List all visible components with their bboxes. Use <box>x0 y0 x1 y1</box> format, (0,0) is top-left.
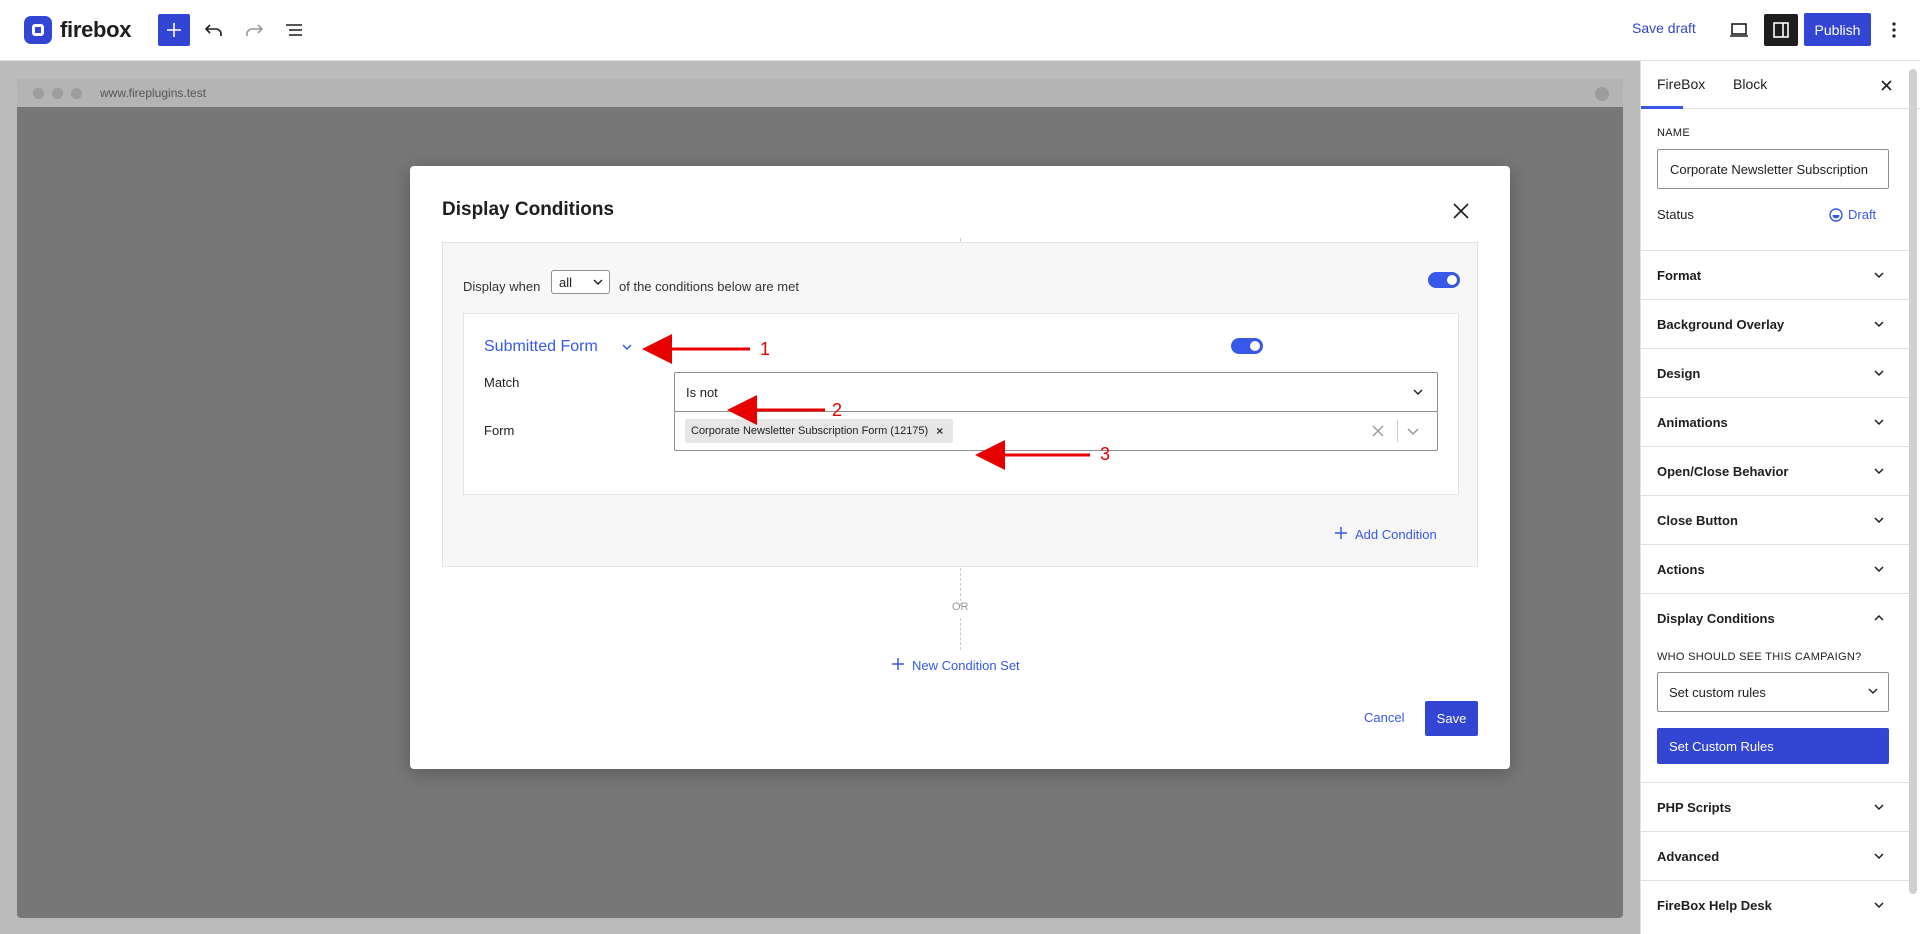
annotation-number: 2 <box>832 400 843 420</box>
panel-background-overlay[interactable]: Background Overlay <box>1641 299 1909 348</box>
status-draft-button[interactable]: Draft <box>1829 207 1876 222</box>
panel-label: Advanced <box>1657 849 1720 864</box>
chevron-up-icon <box>1874 614 1884 621</box>
audience-rules-select[interactable]: Set custom rules <box>1657 672 1889 712</box>
status-value: Draft <box>1848 207 1877 222</box>
annotation-arrows <box>642 334 1090 470</box>
settings-toggle-button[interactable] <box>1764 14 1798 46</box>
chevron-down-icon <box>1874 272 1884 279</box>
chevron-down-icon <box>1874 370 1884 377</box>
chevron-down-icon <box>1874 517 1884 524</box>
panel-label: Background Overlay <box>1657 317 1785 332</box>
campaign-name-input[interactable]: Corporate Newsletter Subscription <box>1657 149 1889 189</box>
panel-label: Close Button <box>1657 513 1738 528</box>
close-icon <box>1880 79 1892 91</box>
chevron-down-icon <box>1874 468 1884 475</box>
options-button[interactable] <box>1882 14 1906 46</box>
chevron-down-icon <box>1874 902 1884 909</box>
chevron-down-icon <box>1874 804 1884 811</box>
audience-rules-value: Set custom rules <box>1669 685 1766 700</box>
annotation-number: 1 <box>760 339 771 359</box>
panel-display-conditions[interactable]: Display Conditions <box>1641 593 1909 642</box>
sidebar-close-button[interactable] <box>1875 74 1897 96</box>
panel-label: Display Conditions <box>1657 611 1775 626</box>
audience-label: WHO SHOULD SEE THIS CAMPAIGN? <box>1657 651 1862 663</box>
panel-format[interactable]: Format <box>1641 250 1909 299</box>
active-tab-indicator <box>1641 106 1683 109</box>
panel-label: Format <box>1657 268 1702 283</box>
panel-actions[interactable]: Actions <box>1641 544 1909 593</box>
panel-firebox-help-desk[interactable]: FireBox Help Desk <box>1641 880 1909 929</box>
sidebar-tabs: FireBox Block <box>1641 61 1920 109</box>
panel-open-close-behavior[interactable]: Open/Close Behavior <box>1641 446 1909 495</box>
panel-label: Animations <box>1657 415 1728 430</box>
panel-label: FireBox Help Desk <box>1657 898 1772 913</box>
panel-label: Actions <box>1657 562 1705 577</box>
more-vertical-icon <box>1892 22 1896 38</box>
panel-label: PHP Scripts <box>1657 800 1732 815</box>
panel-advanced[interactable]: Advanced <box>1641 831 1909 880</box>
set-custom-rules-button[interactable]: Set Custom Rules <box>1657 728 1889 764</box>
chevron-down-icon <box>1874 419 1884 426</box>
save-draft-button[interactable]: Save draft <box>1632 20 1696 36</box>
tab-block[interactable]: Block <box>1733 76 1767 92</box>
desktop-icon <box>1730 23 1748 37</box>
panel-design[interactable]: Design <box>1641 348 1909 397</box>
annotation-number: 3 <box>1100 444 1111 464</box>
sidebar-scrollbar[interactable] <box>1909 69 1917 894</box>
name-label: NAME <box>1657 127 1690 139</box>
publish-button[interactable]: Publish <box>1804 13 1871 46</box>
sidebar-settings-icon <box>1773 22 1789 38</box>
panel-close-button[interactable]: Close Button <box>1641 495 1909 544</box>
settings-sidebar: FireBox Block NAME Corporate Newsletter … <box>1640 61 1920 934</box>
chevron-down-icon <box>1874 321 1884 328</box>
panel-label: Design <box>1657 366 1701 381</box>
draft-status-icon <box>1829 207 1843 222</box>
chevron-down-icon <box>1874 853 1884 860</box>
preview-button[interactable] <box>1722 14 1756 46</box>
panel-label: Open/Close Behavior <box>1657 464 1789 479</box>
chevron-down-icon <box>1868 688 1878 694</box>
panel-php-scripts[interactable]: PHP Scripts <box>1641 782 1909 831</box>
chevron-down-icon <box>1874 566 1884 573</box>
tab-firebox[interactable]: FireBox <box>1657 76 1705 92</box>
status-label: Status <box>1657 207 1694 222</box>
panel-animations[interactable]: Animations <box>1641 397 1909 446</box>
